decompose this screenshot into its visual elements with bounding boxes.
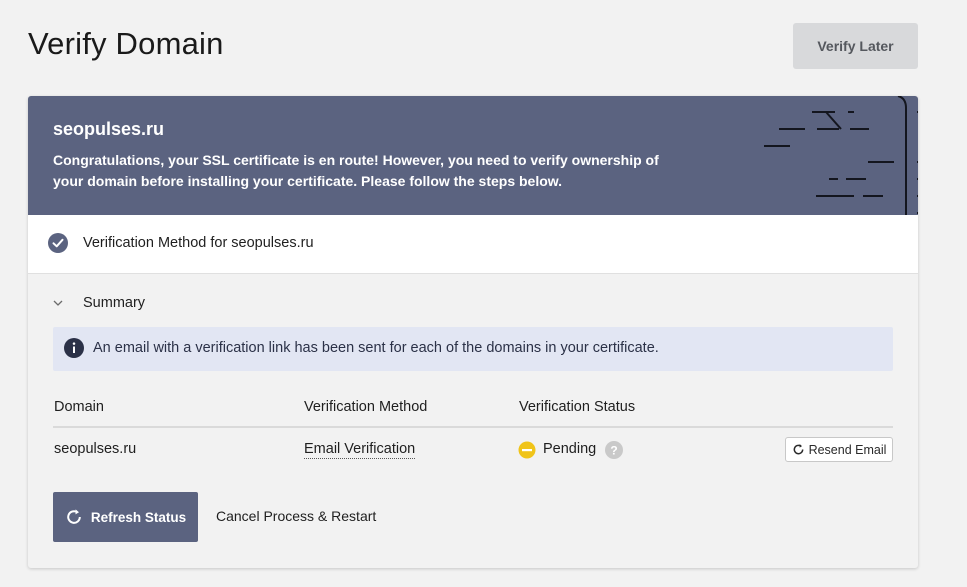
verify-later-button[interactable]: Verify Later	[793, 23, 918, 69]
page-title: Verify Domain	[28, 26, 224, 61]
banner: seopulses.ru Congratulations, your SSL c…	[28, 96, 918, 215]
column-header-verification-method: Verification Method	[304, 399, 428, 415]
chevron-down-icon[interactable]	[52, 297, 64, 309]
verification-method-row[interactable]: Verification Method for seopulses.ru	[28, 215, 918, 274]
verification-method-label: Verification Method for seopulses.ru	[83, 235, 314, 251]
cancel-restart-link[interactable]: Cancel Process & Restart	[216, 508, 376, 524]
row-domain: seopulses.ru	[54, 441, 137, 457]
info-alert-text: An email with a verification link has be…	[93, 340, 659, 356]
resend-email-button[interactable]: Resend Email	[785, 437, 893, 462]
refresh-icon	[793, 444, 803, 455]
info-alert: An email with a verification link has be…	[53, 327, 893, 371]
refresh-icon	[67, 509, 81, 524]
help-icon[interactable]: ?	[605, 441, 623, 459]
decorative-lines-graphic	[764, 96, 918, 215]
svg-text:?: ?	[610, 443, 617, 457]
banner-message: Congratulations, your SSL certificate is…	[53, 152, 659, 189]
info-icon	[64, 338, 84, 358]
resend-email-label: Resend Email	[808, 442, 887, 457]
pending-status-icon	[518, 441, 536, 459]
table-divider	[53, 426, 893, 428]
banner-domain: seopulses.ru	[53, 119, 165, 139]
column-header-verification-status: Verification Status	[519, 399, 636, 415]
column-header-domain: Domain	[54, 399, 104, 415]
email-verification-link[interactable]: Email Verification	[304, 441, 416, 459]
verification-card: seopulses.ru Congratulations, your SSL c…	[28, 96, 918, 568]
refresh-status-label: Refresh Status	[90, 509, 187, 525]
check-circle-icon	[48, 233, 68, 253]
verification-method-link[interactable]: Email Verification	[304, 441, 416, 459]
summary-toggle[interactable]: Summary	[83, 295, 145, 311]
refresh-status-button[interactable]: Refresh Status	[53, 492, 198, 542]
status-text: Pending	[543, 441, 597, 457]
